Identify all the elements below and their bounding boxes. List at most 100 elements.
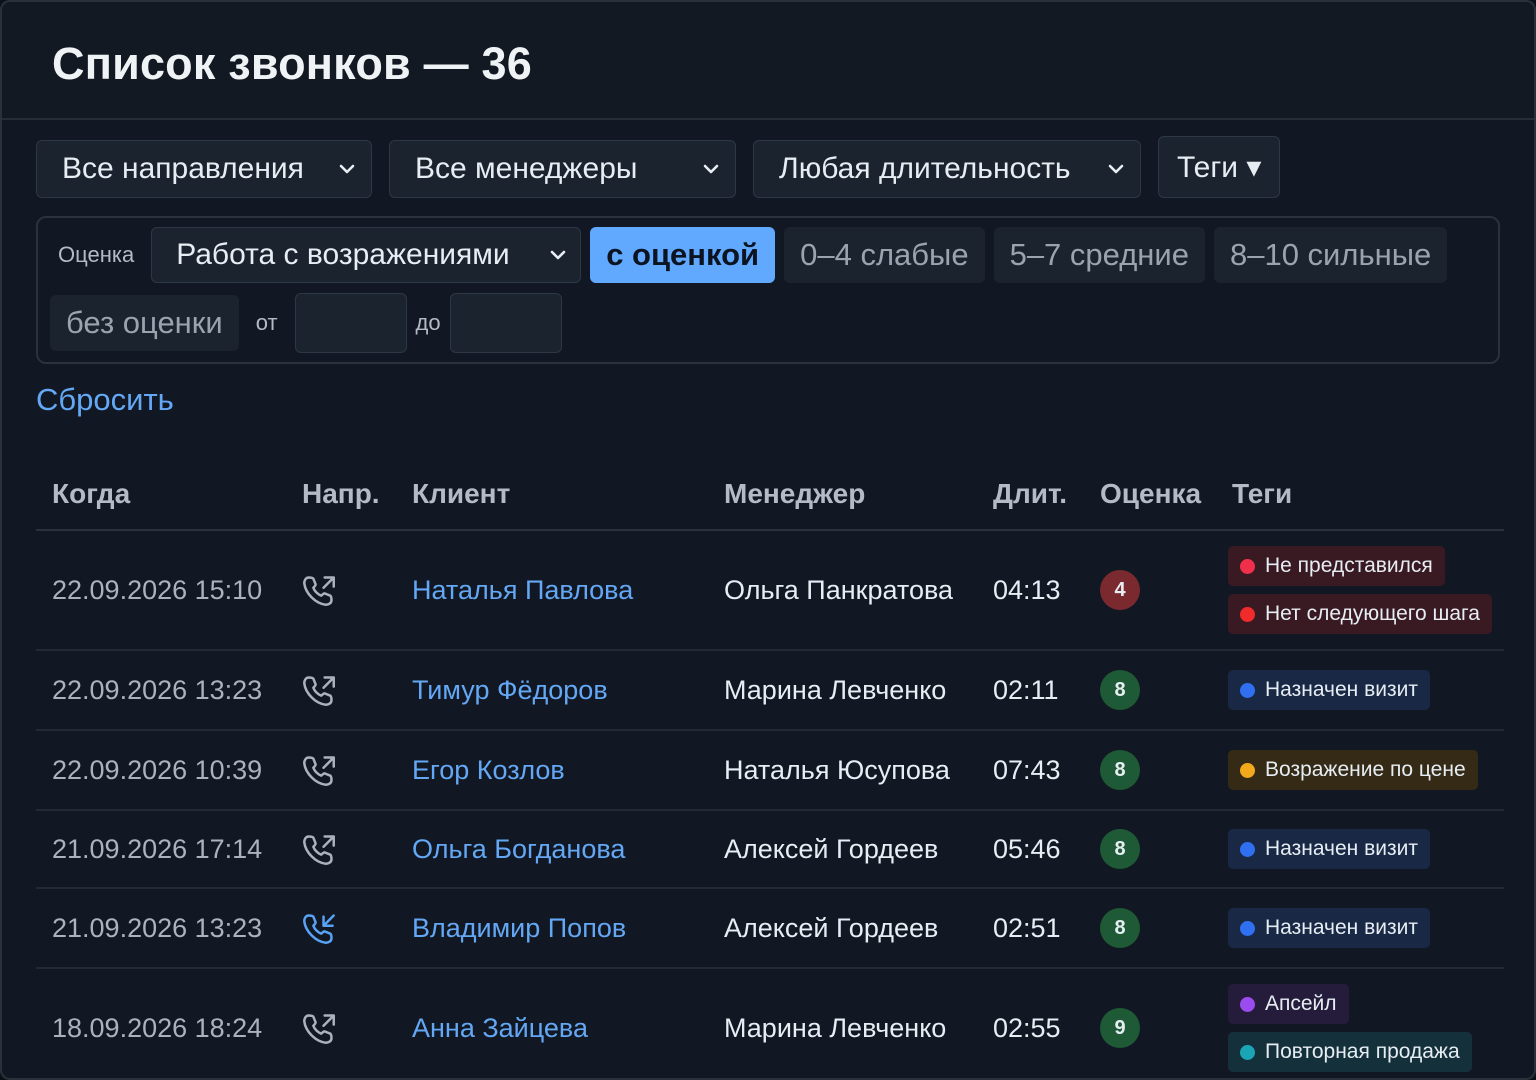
tag-label: Повторная продажа bbox=[1265, 1040, 1460, 1063]
direction-cell bbox=[286, 968, 396, 1078]
direction-cell bbox=[286, 810, 396, 889]
filters-bar: Все направления Все менеджеры Любая длит… bbox=[36, 136, 1500, 198]
tag-dot-icon bbox=[1240, 920, 1255, 936]
score-cell: 4 bbox=[1084, 530, 1216, 651]
client-cell: Анна Зайцева bbox=[396, 968, 708, 1078]
col-direction[interactable]: Напр. bbox=[286, 458, 396, 531]
content: Все направления Все менеджеры Любая длит… bbox=[2, 136, 1534, 1078]
table-body: 22.09.2026 15:10 Наталья Павлова Ольга Пан… bbox=[36, 530, 1504, 1078]
tag-dot-icon bbox=[1240, 762, 1255, 778]
client-link[interactable]: Анна Зайцева bbox=[412, 1013, 588, 1043]
score-from-input[interactable] bbox=[294, 293, 407, 353]
client-link[interactable]: Наталья Павлова bbox=[412, 575, 633, 605]
tag-badge: Назначен визит bbox=[1228, 908, 1430, 948]
score-criterion-value: Работа с возражениями bbox=[176, 238, 510, 271]
direction-select-value: Все направления bbox=[62, 152, 304, 185]
client-cell: Ольга Богданова bbox=[396, 810, 708, 889]
tags-stack: Назначен визит bbox=[1228, 829, 1504, 869]
manager-select[interactable]: Все менеджеры bbox=[389, 140, 736, 198]
col-score[interactable]: Оценка bbox=[1084, 458, 1216, 531]
tags-stack: Не представился Нет следующего шага bbox=[1228, 546, 1504, 634]
chevron-down-icon bbox=[1108, 164, 1124, 174]
chip-strong[interactable]: 8–10 сильные bbox=[1213, 227, 1448, 283]
score-cell: 8 bbox=[1084, 810, 1216, 889]
col-tags[interactable]: Теги bbox=[1216, 458, 1504, 531]
tags-cell: Назначен визит bbox=[1216, 888, 1504, 969]
client-link[interactable]: Владимир Попов bbox=[412, 913, 626, 943]
page-title: Список звонков — 36 bbox=[52, 38, 532, 89]
manager-name: Марина Левченко bbox=[708, 968, 977, 1078]
to-label: до bbox=[415, 310, 441, 335]
col-client[interactable]: Клиент bbox=[396, 458, 708, 531]
call-duration: 02:55 bbox=[977, 968, 1084, 1078]
score-label: Оценка bbox=[58, 242, 135, 267]
tags-cell: Назначен визит bbox=[1216, 810, 1504, 889]
direction-cell bbox=[286, 650, 396, 731]
col-duration[interactable]: Длит. bbox=[977, 458, 1084, 531]
tags-cell: Апсейл Повторная продажа bbox=[1216, 968, 1504, 1078]
col-when[interactable]: Когда bbox=[36, 458, 286, 531]
direction-cell bbox=[286, 730, 396, 811]
from-label: от bbox=[255, 310, 278, 335]
score-cell: 8 bbox=[1084, 650, 1216, 731]
tag-badge: Возражение по цене bbox=[1228, 750, 1478, 790]
manager-select-value: Все менеджеры bbox=[415, 152, 638, 185]
tags-stack: Назначен визит bbox=[1228, 908, 1504, 948]
tag-label: Назначен визит bbox=[1265, 916, 1418, 939]
chip-with-score[interactable]: с оценкой bbox=[590, 227, 776, 283]
duration-select[interactable]: Любая длительность bbox=[753, 140, 1141, 198]
chip-no-score[interactable]: без оценки bbox=[50, 295, 239, 351]
score-badge: 9 bbox=[1100, 1008, 1140, 1048]
table-row[interactable]: 22.09.2026 15:10 Наталья Павлова Ольга Пан… bbox=[36, 530, 1504, 651]
score-badge: 8 bbox=[1100, 670, 1140, 710]
tag-dot-icon bbox=[1240, 841, 1255, 857]
call-time: 18.09.2026 18:24 bbox=[36, 968, 286, 1078]
score-to-input[interactable] bbox=[449, 293, 562, 353]
score-badge: 8 bbox=[1100, 750, 1140, 790]
tag-label: Возражение по цене bbox=[1265, 758, 1466, 781]
tag-dot-icon bbox=[1240, 558, 1255, 574]
table-row[interactable]: 22.09.2026 13:23 Тимур Фёдоров Марина Левч… bbox=[36, 650, 1504, 731]
call-time: 21.09.2026 17:14 bbox=[36, 810, 286, 889]
tags-filter-button[interactable]: Теги ▾ bbox=[1158, 136, 1281, 198]
call-duration: 02:11 bbox=[977, 650, 1084, 731]
tag-badge: Нет следующего шага bbox=[1228, 594, 1492, 634]
table-header-row: Когда Напр. Клиент Менеджер Длит. Оценка… bbox=[36, 458, 1504, 531]
chip-weak[interactable]: 0–4 слабые bbox=[784, 227, 985, 283]
call-time: 22.09.2026 15:10 bbox=[36, 530, 286, 651]
client-link[interactable]: Ольга Богданова bbox=[412, 834, 625, 864]
col-manager[interactable]: Менеджер bbox=[708, 458, 977, 531]
score-filter-row: Оценка Работа с возражениями с оценкой 0… bbox=[50, 226, 1486, 284]
reset-link[interactable]: Сбросить bbox=[36, 382, 174, 418]
client-cell: Егор Козлов bbox=[396, 730, 708, 811]
direction-cell bbox=[286, 888, 396, 969]
direction-select[interactable]: Все направления bbox=[36, 140, 372, 198]
call-time: 22.09.2026 10:39 bbox=[36, 730, 286, 811]
table-row[interactable]: 21.09.2026 13:23 Владимир Попов Алексей Го… bbox=[36, 888, 1504, 969]
outgoing-call-icon bbox=[303, 576, 335, 606]
chevron-down-icon bbox=[550, 250, 566, 260]
manager-name: Ольга Панкратова bbox=[708, 530, 977, 651]
client-cell: Тимур Фёдоров bbox=[396, 650, 708, 731]
table-row[interactable]: 22.09.2026 10:39 Егор Козлов Наталья Юсупо… bbox=[36, 730, 1504, 811]
client-link[interactable]: Тимур Фёдоров bbox=[412, 675, 608, 705]
direction-cell bbox=[286, 530, 396, 651]
tags-cell: Не представился Нет следующего шага bbox=[1216, 530, 1504, 651]
client-link[interactable]: Егор Козлов bbox=[412, 755, 565, 785]
chevron-down-icon bbox=[339, 164, 355, 174]
table-row[interactable]: 21.09.2026 17:14 Ольга Богданова Алексей Г… bbox=[36, 810, 1504, 889]
manager-name: Алексей Гордеев bbox=[708, 888, 977, 969]
chevron-down-icon bbox=[703, 164, 719, 174]
tag-dot-icon bbox=[1240, 996, 1255, 1012]
table-row[interactable]: 18.09.2026 18:24 Анна Зайцева Марина Левче… bbox=[36, 968, 1504, 1078]
client-cell: Владимир Попов bbox=[396, 888, 708, 969]
score-criterion-select[interactable]: Работа с возражениями bbox=[151, 227, 582, 283]
outgoing-call-icon bbox=[303, 676, 335, 706]
score-badge: 8 bbox=[1100, 908, 1140, 948]
tag-badge: Назначен визит bbox=[1228, 829, 1430, 869]
client-cell: Наталья Павлова bbox=[396, 530, 708, 651]
chip-medium[interactable]: 5–7 средние bbox=[993, 227, 1205, 283]
score-badge: 8 bbox=[1100, 829, 1140, 869]
score-cell: 9 bbox=[1084, 968, 1216, 1078]
tag-label: Назначен визит bbox=[1265, 678, 1418, 701]
